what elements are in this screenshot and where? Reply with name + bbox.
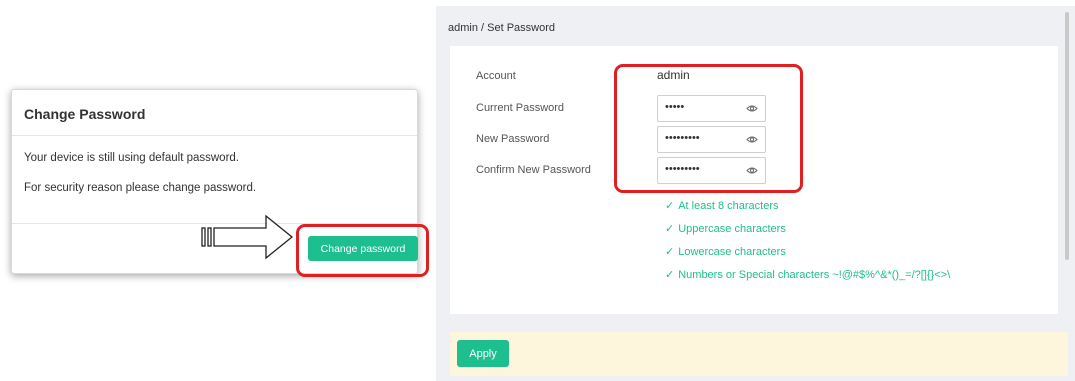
requirement-lowercase: ✓ Lowercase characters (665, 245, 786, 258)
requirement-text: Numbers or Special characters ~!@#$%^&*(… (678, 269, 951, 281)
current-password-label: Current Password (476, 102, 565, 114)
dialog-title: Change Password (24, 106, 146, 122)
right-arrow-icon (201, 214, 294, 260)
requirement-text: At least 8 characters (678, 200, 779, 212)
requirement-text: Uppercase characters (678, 223, 786, 235)
check-icon: ✓ (665, 246, 675, 258)
requirement-text: Lowercase characters (678, 246, 786, 258)
requirement-numbers-special: ✓ Numbers or Special characters ~!@#$%^&*… (665, 268, 950, 281)
breadcrumb: admin / Set Password (448, 22, 555, 34)
check-icon: ✓ (665, 223, 675, 235)
apply-button[interactable]: Apply (457, 340, 509, 367)
highlight-box-change-button (296, 224, 429, 277)
apply-bar: Apply (450, 332, 1068, 376)
check-icon: ✓ (665, 269, 675, 281)
confirm-password-label: Confirm New Password (476, 164, 591, 176)
dialog-message-security: For security reason please change passwo… (24, 182, 257, 194)
highlight-box-password-fields (614, 64, 803, 193)
set-password-panel: admin / Set Password Account admin Curre… (436, 6, 1075, 381)
account-label: Account (476, 70, 516, 82)
dialog-divider (12, 135, 417, 136)
scrollbar[interactable] (1065, 12, 1069, 260)
requirement-min-length: ✓ At least 8 characters (665, 199, 779, 212)
requirement-uppercase: ✓ Uppercase characters (665, 222, 786, 235)
new-password-label: New Password (476, 133, 550, 145)
check-icon: ✓ (665, 200, 675, 212)
dialog-message-default: Your device is still using default passw… (24, 152, 239, 164)
